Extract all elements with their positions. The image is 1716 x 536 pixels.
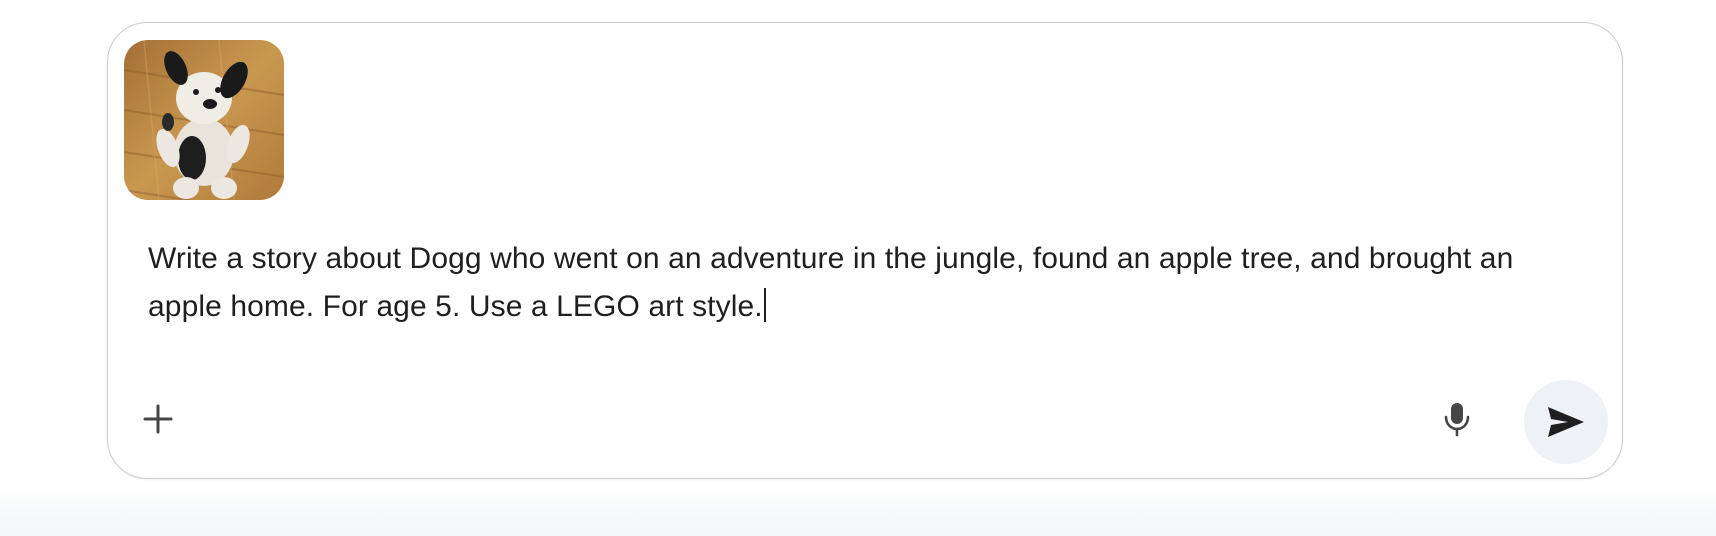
- prompt-composer[interactable]: Write a story about Dogg who went on an …: [107, 22, 1623, 479]
- attachment-thumbnail[interactable]: [124, 40, 284, 200]
- send-icon: [1548, 407, 1584, 437]
- microphone-icon: [1444, 403, 1470, 437]
- prompt-text: Write a story about Dogg who went on an …: [148, 242, 1514, 323]
- send-button[interactable]: [1524, 380, 1608, 464]
- microphone-button[interactable]: [1431, 393, 1483, 445]
- add-attachment-button[interactable]: [130, 391, 186, 447]
- plus-icon: [143, 404, 173, 434]
- prompt-input[interactable]: Write a story about Dogg who went on an …: [148, 235, 1528, 331]
- text-caret: [763, 288, 766, 322]
- page: Write a story about Dogg who went on an …: [0, 0, 1716, 536]
- plush-dog-photo: [124, 40, 284, 200]
